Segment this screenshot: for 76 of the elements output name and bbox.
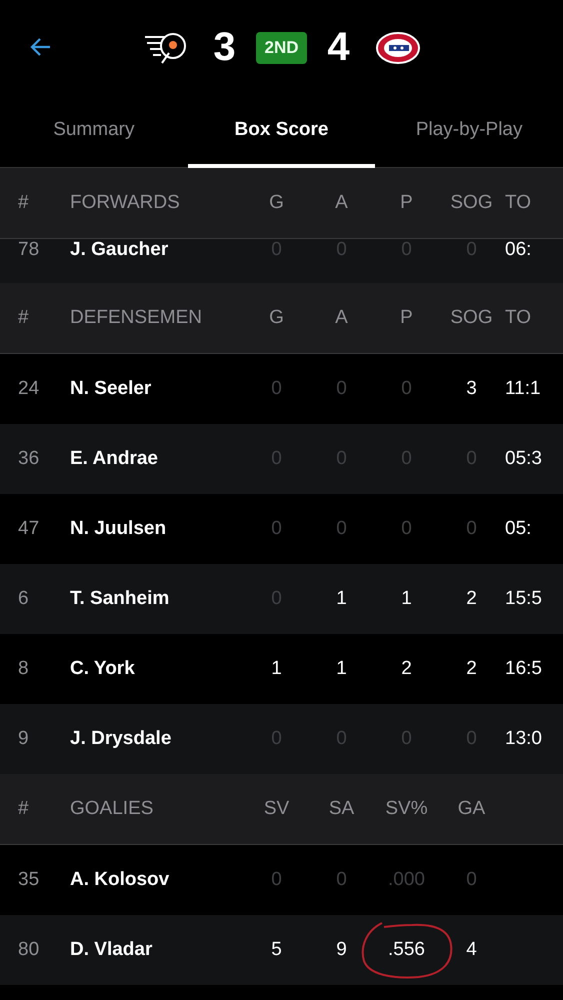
player-number: 80 [17,939,40,961]
player-number: 35 [17,869,40,891]
column-header: A [335,192,348,213]
stat-value: 0 [271,869,282,890]
player-name: D. Vladar [70,939,154,961]
player-name: E. Andrae [70,448,159,470]
stat-value: .000 [388,869,425,890]
column-header: SA [328,798,354,819]
stat-value: 0 [466,869,477,890]
stat-value: 15:5 [505,588,542,609]
column-header: TO [505,307,532,328]
stat-value: 0 [336,869,347,890]
column-header: # [17,192,30,214]
section-title: DEFENSEMEN [70,307,203,329]
player-number: 24 [17,378,40,400]
column-header: SOG [450,307,493,328]
stat-value: 5 [271,939,282,960]
column-header: # [17,798,30,820]
stat-value: 0 [271,378,282,399]
stat-value: 2 [466,588,477,609]
stat-value: 0 [401,518,412,539]
column-header: G [269,192,284,213]
stat-value: 2 [466,658,477,679]
player-name: A. Kolosov [70,869,170,891]
column-header: TO [505,192,532,213]
player-number: 6 [17,588,30,610]
tab[interactable]: Summary [0,95,188,168]
stat-value: 2 [401,658,412,679]
stat-value: 1 [336,588,347,609]
period-badge: 2ND [256,32,306,64]
player-number: 8 [17,658,30,680]
stat-value: 0 [401,378,412,399]
stat-value: 9 [336,939,347,960]
column-header: P [400,192,413,213]
column-header: P [400,307,413,328]
section-title: GOALIES [70,798,154,820]
column-header: SV% [385,798,428,819]
section-title: FORWARDS [70,192,181,214]
player-number: 47 [17,518,40,540]
stat-value: .556 [388,939,425,960]
stat-value: 1 [271,658,282,679]
player-number: 78 [17,239,40,261]
stat-value: 4 [466,939,477,960]
tab[interactable]: Play-by-Play [375,95,563,168]
team-logo [374,30,420,64]
stat-value: 0 [466,518,477,539]
stat-value: 3 [466,378,477,399]
column-header: A [335,307,348,328]
stat-value: 0 [336,378,347,399]
player-number: 9 [17,728,30,750]
team-logo [142,30,188,64]
stat-value: 1 [401,588,412,609]
player-name: C. York [70,658,136,680]
column-header: # [17,307,30,329]
stat-value: 05: [505,518,532,539]
column-header: SV [264,798,290,819]
stat-value: 16:5 [505,658,542,679]
stat-value: 06: [505,239,532,260]
player-name: N. Seeler [70,378,152,400]
stat-value: 1 [336,658,347,679]
column-header: G [269,307,284,328]
back-arrow-icon[interactable] [30,37,52,57]
column-header: SOG [450,192,493,213]
column-header: GA [458,798,486,819]
away-score: 4 [326,25,351,70]
player-name: T. Sanheim [70,588,170,610]
stat-value: 05:3 [505,448,542,469]
player-name: N. Juulsen [70,518,168,540]
stat-value: 11:1 [505,378,541,399]
stat-value: 13:0 [505,728,542,749]
player-name: J. Drysdale [70,728,172,750]
stat-value: 0 [271,518,282,539]
player-number: 36 [17,448,40,470]
player-name: J. Gaucher [70,239,170,261]
stat-value: 0 [336,518,347,539]
home-score: 3 [212,25,237,70]
